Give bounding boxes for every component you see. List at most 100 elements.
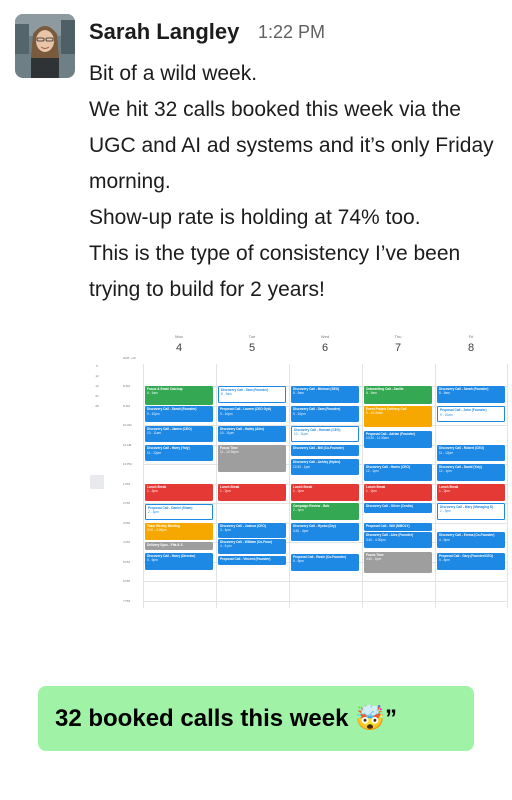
hour-label: 1 PM: [123, 481, 131, 486]
calendar-event[interactable]: Lunch Break 1 - 2pm: [218, 483, 286, 502]
calendar-event[interactable]: Discovery Call - Hailey (Alex) 10 - 11pm: [218, 425, 286, 442]
hour-label: 7 PM: [123, 598, 131, 603]
calendar-event[interactable]: Campaign Review - Bob 2 - 3pm: [291, 503, 359, 520]
calendar-event[interactable]: Discovery Call - Oliver (Credia): [364, 503, 432, 513]
day-column-divider: [143, 364, 144, 608]
day-header[interactable]: Fri 8: [435, 328, 507, 354]
mini-calendar-date[interactable]: 12: [87, 374, 107, 378]
sender-name[interactable]: Sarah Langley: [89, 19, 239, 45]
event-time: 9 - 10pm: [293, 411, 306, 416]
calendar-event[interactable]: Delivery Sync - Fifa & S: [145, 542, 213, 550]
hour-label: 11 AM: [123, 442, 132, 447]
calendar-event[interactable]: Discovery Call - Michael (SEO) 8 - 9am: [291, 386, 359, 403]
day-number: 6: [321, 342, 329, 354]
mini-calendar-date[interactable]: 14: [87, 384, 107, 388]
day-header[interactable]: Mon 4: [143, 328, 215, 354]
calendar-event[interactable]: Discovery Call - Harry (Yoly) 11 - 12pm: [145, 445, 213, 462]
calendar-event[interactable]: Discovery Call - Hannah (CEO) 10 - 11pm: [291, 425, 359, 442]
calendar-event[interactable]: Discovery Call - Ashley (Hydro) 12:30 - 1…: [291, 459, 359, 475]
calendar-event[interactable]: Discovery Call - Mary (Managing D) 2 - 3p…: [437, 503, 505, 520]
event-time: 8 - 9am: [147, 391, 158, 396]
event-time: 9 - 10pm: [220, 411, 233, 416]
avatar[interactable]: [15, 14, 75, 78]
hour-label: 10 AM: [123, 423, 132, 427]
event-time: 9 - 10:30am: [366, 410, 384, 415]
calendar-event[interactable]: Discovery Call - Harry (Director) 5 - 6pm: [145, 552, 213, 571]
calendar-event[interactable]: Proposal Call - Rosie (Co-Founder) 5 - 6p…: [291, 553, 359, 572]
event-time: 8 - 9am: [293, 391, 304, 396]
banner-text: 32 booked calls this week 🤯”: [55, 705, 398, 732]
event-time: 11 - 12pm: [439, 450, 454, 455]
mini-calendar-date[interactable]: 21: [87, 394, 107, 398]
event-time: 11 - 12pm: [147, 450, 162, 455]
event-time: 2 - 3pm: [440, 509, 451, 514]
calendar-event[interactable]: Proposal Call - Gary (Founder/CEO) 5 - 6p…: [437, 552, 505, 571]
calendar-event[interactable]: Discovery Call - Emma (Co-Founder) 4 - 5p…: [437, 532, 505, 548]
event-time: 4 - 5 pm: [220, 544, 232, 549]
calendar-event[interactable]: Event Project Delivery Call 9 - 10:30am: [364, 405, 432, 427]
avatar-photo: [15, 14, 75, 78]
calendar-event[interactable]: Discovery Call - Hyuko (Dry) 3:30 - 4pm: [291, 523, 359, 542]
event-time: 3:40 - 4:30pm: [366, 537, 386, 542]
calendar-event[interactable]: Discovery Call - James (CEO) 10 - 11am: [145, 425, 213, 442]
calendar-event[interactable]: Focus Time 11 - 12:30pm: [218, 444, 286, 472]
event-time: 12:30 - 1pm: [293, 464, 311, 469]
calendar-event[interactable]: Proposal Call - Vincent (Founder): [218, 555, 286, 566]
event-time: 9 - 10am: [440, 412, 453, 417]
event-time: 12 - 1pm: [439, 469, 452, 474]
day-number: 8: [467, 342, 475, 354]
hour-label: 8 AM: [123, 384, 130, 388]
calendar-event[interactable]: Lunch Break 1 - 2pm: [145, 483, 213, 502]
calendar-event[interactable]: Lunch Break 1 - 2pm: [364, 483, 432, 502]
event-time: 4:40 - 6pm: [366, 557, 382, 562]
day-header[interactable]: Thu 7: [362, 328, 434, 354]
calendar-event[interactable]: Proposal Call - Lauren (CEO Gyb) 9 - 10pm: [218, 406, 286, 423]
hour-label: 5 PM: [123, 559, 131, 564]
calendar-event[interactable]: Discovery Call - Bill (Co-Founder): [291, 445, 359, 457]
day-number: 4: [175, 342, 183, 354]
calendar-screenshot[interactable]: GMT +10 Mon 4 Tue 5 Wed 6 Thu 7 Fri 8 5 12 14 21 28 8 A…: [90, 328, 510, 608]
calendar-event[interactable]: Discovery Call - David (Yoly) 12 - 1pm: [437, 464, 505, 481]
event-time: 3:00 - 4:00pm: [147, 527, 167, 532]
event-time: 1 - 2pm: [293, 488, 304, 493]
event-time: 10 - 11pm: [220, 431, 235, 436]
calendar-event[interactable]: Proposal Call - Adrian (Founder) 10:30 - …: [364, 430, 432, 449]
calendar-event[interactable]: Proposal Call - Will (NIBOLY): [364, 522, 432, 532]
day-of-week: Mon: [175, 334, 183, 339]
calendar-event[interactable]: Discovery Call - Sarah (Founder) 9 - 10pm: [145, 406, 213, 423]
day-header[interactable]: Wed 6: [289, 328, 361, 354]
event-title: Delivery Sync - Fifa & S: [147, 543, 183, 547]
calendar-event[interactable]: Discovery Call - Joshua (CEO) 3 - 4pm: [218, 522, 286, 539]
hour-label: 9 AM: [123, 403, 130, 408]
calendar-event[interactable]: Focus & Email Catchup 8 - 9am: [145, 386, 213, 405]
day-number: 5: [248, 342, 256, 354]
mini-calendar-date[interactable]: 28: [87, 404, 107, 408]
message-line: This is the type of consistency I’ve bee…: [89, 242, 461, 301]
calendar-event[interactable]: Team Weekly Meeting 3:00 - 4:00pm: [145, 522, 213, 541]
event-time: 5 - 6pm: [439, 558, 450, 563]
day-column-divider: [362, 364, 363, 608]
calendar-event[interactable]: Discovery Call - Sarah (Founder) 8 - 9am: [437, 386, 505, 403]
event-time: 10 - 11pm: [294, 432, 309, 437]
mini-calendar-date[interactable]: 5: [87, 364, 107, 368]
calendar-event[interactable]: Lunch Break 1 - 2pm: [291, 483, 359, 502]
highlight-banner: 32 booked calls this week 🤯”: [38, 686, 474, 751]
hour-label: 2 PM: [123, 501, 131, 505]
day-column-divider: [216, 364, 217, 608]
event-time: 3:30 - 4pm: [293, 528, 309, 533]
calendar-event[interactable]: Discovery Call - William (Co-Foun) 4 - 5 …: [218, 539, 286, 554]
calendar-event[interactable]: Discovery Call - Alex (Founder) 3:40 - 4:…: [364, 532, 432, 548]
calendar-event[interactable]: Proposal Call - John (Founder) 9 - 10am: [437, 406, 505, 423]
calendar-event[interactable]: Lunch Break 1 - 2pm: [437, 483, 505, 502]
calendar-event[interactable]: Proposal Call - Daniel (Sham) 2 - 3pm: [145, 503, 213, 520]
hour-label: 3 PM: [123, 520, 131, 525]
event-time: 5 - 6pm: [293, 559, 304, 564]
calendar-event[interactable]: Discovery Call - Sam (Founder) 9 - 10pm: [291, 406, 359, 423]
calendar-event[interactable]: Onboarding Call - Zacille 8 - 9am: [364, 386, 432, 404]
calendar-event[interactable]: Discovery Call - Robert (CEO) 11 - 12pm: [437, 445, 505, 462]
calendar-event[interactable]: Focus Time 4:40 - 6pm: [364, 551, 432, 574]
calendar-event[interactable]: Discovery Call - Sam (Founder) 8 - 9am: [218, 386, 286, 403]
message-timestamp[interactable]: 1:22 PM: [258, 22, 325, 43]
calendar-event[interactable]: Discovery Call - Harris (CEO) 12 - 1pm: [364, 464, 432, 481]
day-header[interactable]: Tue 5: [216, 328, 288, 354]
